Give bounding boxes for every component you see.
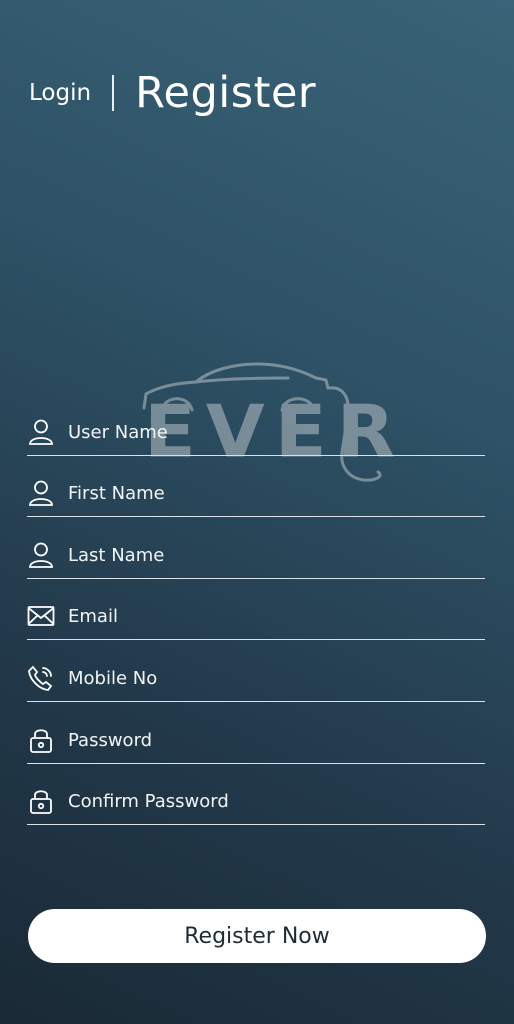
tab-login[interactable]: Login xyxy=(29,80,91,106)
last-name-input[interactable] xyxy=(68,544,468,566)
user-icon xyxy=(27,418,55,446)
lock-icon xyxy=(27,726,55,754)
username-input[interactable] xyxy=(68,421,468,443)
user-icon xyxy=(27,541,55,569)
mobile-field[interactable] xyxy=(27,655,485,702)
username-field[interactable] xyxy=(27,409,485,456)
first-name-input[interactable] xyxy=(68,482,468,504)
user-icon xyxy=(27,479,55,507)
register-now-button[interactable]: Register Now xyxy=(28,909,486,963)
mail-icon xyxy=(27,602,55,630)
auth-tabs: Login Register xyxy=(29,68,316,118)
email-field[interactable] xyxy=(27,593,485,640)
mobile-input[interactable] xyxy=(68,667,468,689)
tab-divider xyxy=(112,75,115,111)
first-name-field[interactable] xyxy=(27,470,485,517)
lock-icon xyxy=(27,787,55,815)
last-name-field[interactable] xyxy=(27,532,485,579)
email-input[interactable] xyxy=(68,605,468,627)
password-field[interactable] xyxy=(27,717,485,764)
confirm-password-field[interactable] xyxy=(27,778,485,825)
phone-icon xyxy=(27,664,55,692)
password-input[interactable] xyxy=(68,729,468,751)
confirm-password-input[interactable] xyxy=(68,790,468,812)
tab-register[interactable]: Register xyxy=(135,68,316,118)
